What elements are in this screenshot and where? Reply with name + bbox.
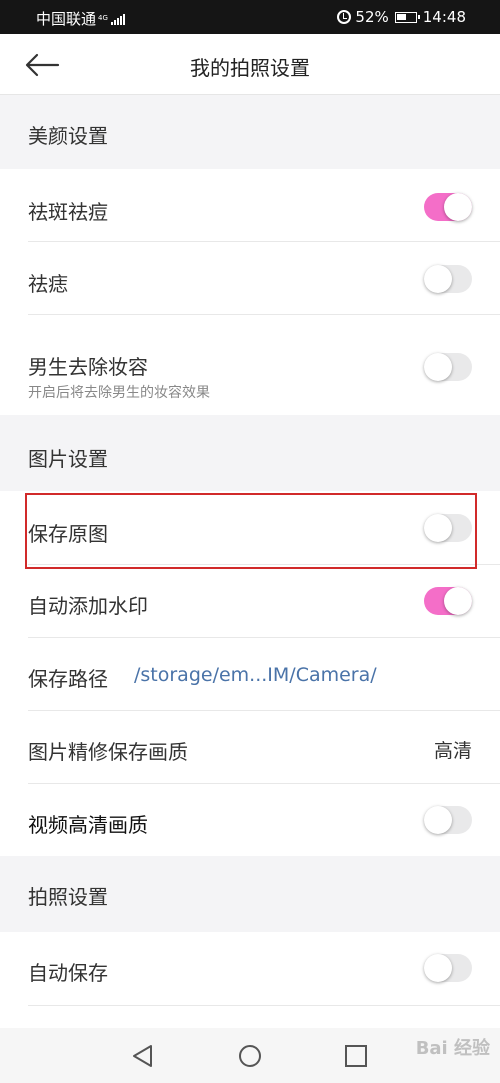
setting-row-image-quality[interactable]: 图片精修保存画质 高清 [0, 711, 500, 784]
setting-row-mole-removal[interactable]: 祛痣 [0, 242, 500, 315]
highlight-box [25, 493, 477, 569]
app-header: 我的拍照设置 [0, 34, 500, 95]
toggle-knob [424, 806, 452, 834]
network-type: 4G [98, 14, 108, 22]
signal-icon [110, 13, 126, 25]
male-makeup-toggle[interactable] [424, 353, 472, 381]
setting-description: 开启后将去除男生的妆容效果 [28, 385, 210, 401]
video-hd-toggle[interactable] [424, 806, 472, 834]
setting-label: 图片精修保存画质 [28, 740, 188, 764]
nav-home-icon[interactable] [238, 1044, 262, 1068]
setting-label: 祛痣 [28, 272, 68, 296]
mole-removal-toggle[interactable] [424, 265, 472, 293]
setting-row-auto-save[interactable]: 自动保存 [0, 932, 500, 1006]
toggle-knob [424, 353, 452, 381]
setting-label: 自动保存 [28, 961, 108, 985]
section-title: 拍照设置 [28, 885, 108, 909]
image-quality-value[interactable]: 高清 [434, 736, 472, 763]
setting-row-auto-watermark[interactable]: 自动添加水印 [0, 565, 500, 638]
section-header-picture: 图片设置 [0, 415, 500, 491]
save-path-value[interactable]: /storage/em...IM/Camera/ [134, 664, 377, 686]
watermark-text: Bai 经验 [415, 1038, 490, 1059]
status-bar: 中国联通 4G 52% 14:48 [0, 0, 500, 34]
toggle-knob [444, 193, 472, 221]
nav-recents-icon[interactable] [344, 1044, 368, 1068]
setting-row-video-hd[interactable]: 视频高清画质 [0, 784, 500, 856]
setting-label: 男生去除妆容 [28, 355, 148, 379]
toggle-knob [424, 954, 452, 982]
nav-back-icon[interactable] [131, 1044, 155, 1068]
setting-label: 自动添加水印 [28, 594, 148, 618]
setting-label: 视频高清画质 [28, 813, 148, 837]
setting-row-male-makeup[interactable]: 男生去除妆容 开启后将去除男生的妆容效果 [0, 315, 500, 415]
spot-removal-toggle[interactable] [424, 193, 472, 221]
setting-row-spot-removal[interactable]: 祛斑祛痘 [0, 169, 500, 242]
section-title: 图片设置 [28, 447, 108, 471]
setting-row-save-path[interactable]: 保存路径 /storage/em...IM/Camera/ [0, 638, 500, 711]
setting-label: 保存路径 [28, 667, 108, 691]
toggle-knob [444, 587, 472, 615]
alarm-icon [337, 10, 352, 24]
section-header-beauty: 美颜设置 [0, 95, 500, 169]
auto-save-toggle[interactable] [424, 954, 472, 982]
auto-watermark-toggle[interactable] [424, 587, 472, 615]
setting-row-partial [0, 1006, 500, 1028]
battery-percent: 52% [355, 8, 389, 26]
carrier-name: 中国联通 [36, 10, 97, 28]
page-title: 我的拍照设置 [190, 56, 310, 80]
system-nav-bar: Bai 经验 [0, 1028, 500, 1083]
section-title: 美颜设置 [28, 124, 108, 148]
section-header-photo: 拍照设置 [0, 856, 500, 932]
battery-icon [394, 11, 420, 23]
clock: 14:48 [422, 8, 466, 26]
setting-label: 祛斑祛痘 [28, 200, 108, 224]
toggle-knob [424, 265, 452, 293]
